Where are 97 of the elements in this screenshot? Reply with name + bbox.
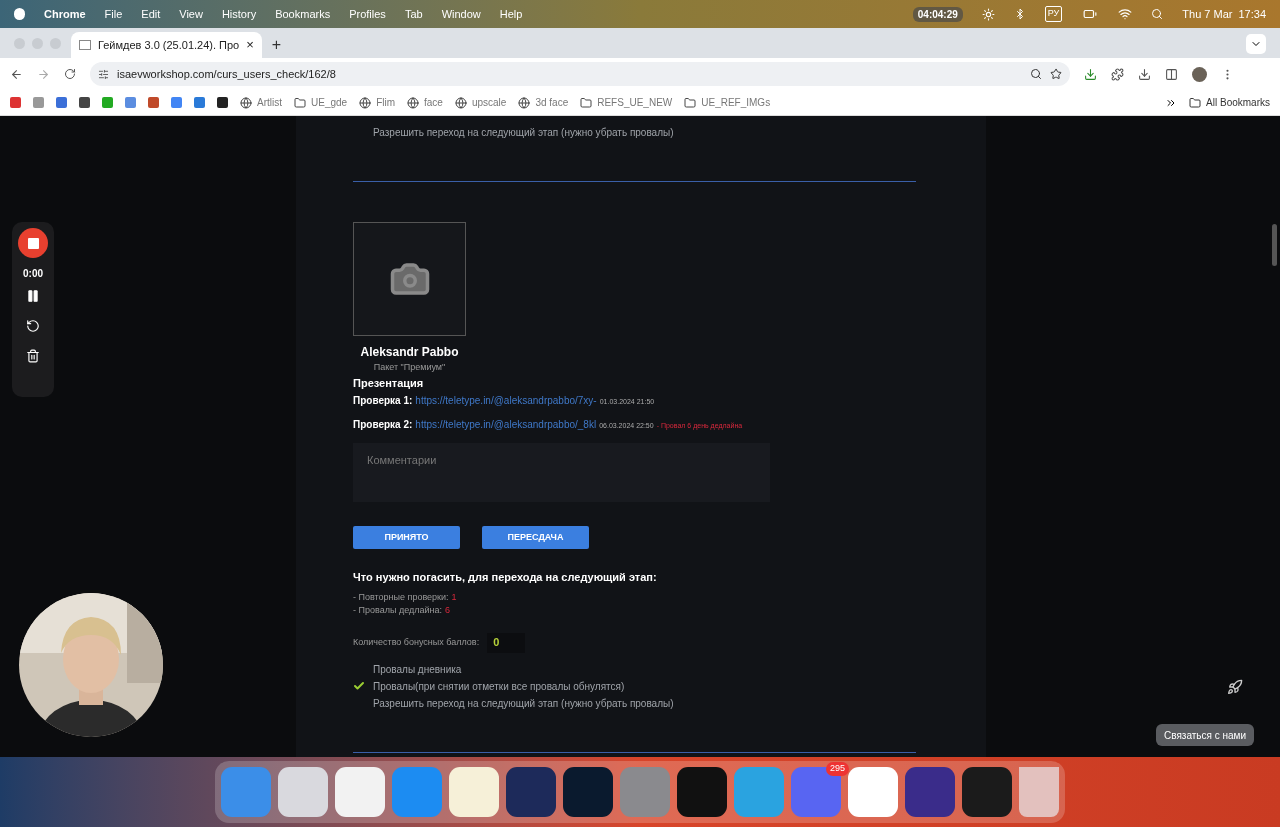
- app-icon[interactable]: [449, 767, 499, 817]
- extension-icon[interactable]: [1084, 67, 1097, 81]
- apple-icon[interactable]: [14, 8, 25, 20]
- menu-item[interactable]: Profiles: [349, 5, 386, 23]
- bookmark[interactable]: Artlist: [240, 95, 282, 110]
- stop-button[interactable]: [18, 228, 48, 258]
- globe-icon: [454, 96, 467, 109]
- bookmark-icon[interactable]: [79, 97, 90, 108]
- menu-time[interactable]: 17:34: [1238, 5, 1266, 23]
- bookmark[interactable]: 3d face: [518, 95, 569, 110]
- requirement-count: 1: [451, 590, 457, 604]
- option-label: Провалы дневника: [373, 662, 462, 677]
- menu-item[interactable]: View: [179, 5, 203, 23]
- zoom-icon[interactable]: [1030, 68, 1042, 80]
- pause-icon[interactable]: [26, 289, 40, 303]
- bookmark[interactable]: Flim: [359, 95, 396, 110]
- bookmark-icon[interactable]: [217, 97, 228, 108]
- menu-item[interactable]: Bookmarks: [275, 5, 331, 23]
- requirement-label: - Повторные проверки:: [353, 590, 449, 604]
- bookmark[interactable]: UE_gde: [294, 95, 348, 110]
- check-icon[interactable]: [353, 680, 365, 692]
- wifi-icon[interactable]: [1118, 7, 1133, 21]
- address-bar[interactable]: isaevworkshop.com/curs_users_check/162/8: [90, 62, 1070, 86]
- menu-item[interactable]: Tab: [404, 5, 423, 23]
- search-icon[interactable]: [1151, 8, 1164, 20]
- globe-icon: [518, 96, 531, 109]
- bookmark[interactable]: face: [407, 95, 443, 110]
- menu-item[interactable]: Edit: [141, 5, 161, 23]
- rocket-icon[interactable]: [1227, 678, 1243, 696]
- all-bookmarks[interactable]: All Bookmarks: [1189, 95, 1270, 110]
- submission-link[interactable]: https://teletype.in/@aleksandrpabbo/_8kl: [415, 417, 597, 432]
- app-icon[interactable]: [848, 767, 898, 817]
- close-icon[interactable]: ×: [246, 35, 254, 55]
- url-text: isaevworkshop.com/curs_users_check/162/8: [117, 66, 337, 82]
- app-icon[interactable]: [962, 767, 1012, 817]
- folder-icon: [294, 96, 306, 109]
- app-icon[interactable]: [563, 767, 613, 817]
- requirement-label: - Провалы дедлайна:: [353, 603, 442, 617]
- star-icon[interactable]: [1050, 68, 1062, 80]
- site-icon: [79, 40, 91, 50]
- package-label: Пакет "Премиум": [373, 361, 446, 374]
- menu-item[interactable]: File: [104, 5, 123, 23]
- app-icon[interactable]: [506, 767, 556, 817]
- tab-search-button[interactable]: [1246, 34, 1266, 54]
- scrollbar-thumb: [1272, 224, 1277, 266]
- action-button[interactable]: ПРИНЯТО: [353, 526, 460, 549]
- app-icon[interactable]: [278, 767, 328, 817]
- reload-icon[interactable]: [64, 68, 76, 80]
- folder-icon: [684, 96, 697, 109]
- profile-avatar[interactable]: [1192, 66, 1207, 82]
- option-label: Провалы(при снятии отметки все провалы обнулятся): [373, 679, 625, 694]
- menu-item[interactable]: Window: [441, 5, 481, 23]
- recording-time: 0:00: [23, 267, 43, 281]
- site-settings-icon[interactable]: [98, 68, 109, 80]
- brightness-icon[interactable]: [981, 7, 995, 21]
- side-panel-icon[interactable]: [1165, 67, 1178, 81]
- submission-link[interactable]: https://teletype.in/@aleksandrpabbo/7xy-: [415, 393, 597, 408]
- browser-tab[interactable]: Геймдев 3.0 (25.01.24). Про ×: [71, 32, 262, 58]
- restart-icon[interactable]: [26, 319, 40, 333]
- menu-item[interactable]: History: [221, 5, 257, 23]
- bonus-label: Количество бонусных баллов:: [353, 635, 480, 649]
- comment-field[interactable]: Комментарии: [353, 443, 770, 502]
- new-tab-button[interactable]: +: [271, 32, 282, 58]
- forward-icon[interactable]: [37, 67, 50, 81]
- bookmark[interactable]: upscale: [454, 95, 507, 110]
- action-button[interactable]: ПЕРЕСДАЧА: [482, 526, 589, 549]
- app-icon[interactable]: [677, 767, 727, 817]
- notification-badge: 295: [825, 762, 849, 776]
- contact-button[interactable]: Связаться с нами: [1156, 724, 1255, 746]
- tab-title: Геймдев 3.0 (25.01.24). Про: [98, 37, 240, 53]
- check-label: Проверка 2:: [353, 418, 413, 432]
- back-icon[interactable]: [10, 67, 23, 81]
- assignment-title: Презентация: [353, 375, 425, 391]
- app-icon[interactable]: [905, 767, 955, 817]
- timer-badge[interactable]: 04:04:29: [912, 6, 963, 22]
- extensions-icon[interactable]: [1111, 67, 1124, 81]
- menu-item[interactable]: Help: [499, 5, 523, 23]
- trash-icon[interactable]: [26, 349, 40, 363]
- bonus-field[interactable]: 0: [487, 632, 526, 653]
- menu-item[interactable]: Chrome: [44, 5, 86, 23]
- download-icon[interactable]: [1138, 67, 1151, 81]
- folder-icon: [1189, 96, 1202, 109]
- bookmark[interactable]: REFS_UE_NEW: [580, 95, 673, 110]
- app-icon[interactable]: [335, 767, 385, 817]
- globe-icon: [359, 96, 372, 109]
- requirements-title: Что нужно погасить, для перехода на следующий этап:: [353, 570, 658, 585]
- option-label: Разрешить переход на следующий этап (нужно убрать провалы): [373, 126, 674, 140]
- check-label: Проверка 1:: [353, 394, 413, 408]
- input-source[interactable]: РУ: [1044, 6, 1063, 22]
- menu-date[interactable]: Thu 7 Mar: [1182, 5, 1233, 23]
- requirement-count: 6: [444, 603, 450, 617]
- globe-icon: [240, 96, 252, 109]
- option-label: Разрешить переход на следующий этап (нужно убрать провалы): [373, 696, 674, 711]
- student-name: Aleksandr Pabbo: [360, 344, 459, 361]
- folder-icon: [580, 96, 593, 109]
- globe-icon: [407, 96, 420, 109]
- bookmark[interactable]: UE_REF_IMGs: [684, 95, 771, 110]
